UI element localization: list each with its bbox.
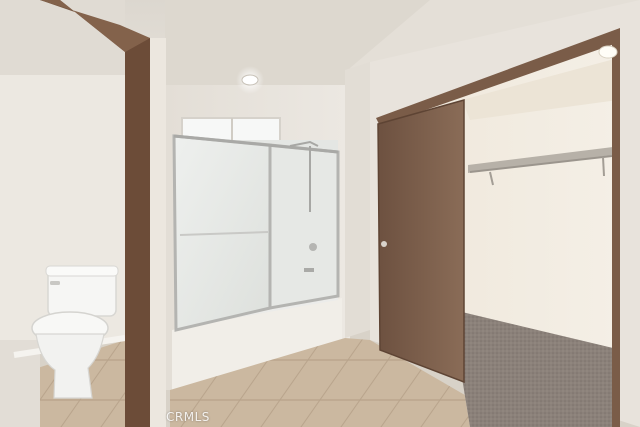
scene-illustration	[0, 0, 640, 427]
right-wall-corner	[345, 62, 370, 338]
recessed-light	[241, 74, 259, 86]
bathroom-photo: CRMLS	[0, 0, 640, 427]
watermark: CRMLS	[166, 410, 210, 424]
toilet-handle	[50, 281, 60, 285]
shower-valve	[309, 243, 317, 251]
closet-light	[598, 45, 618, 59]
tub-spout	[304, 268, 314, 272]
sliding-closet-door[interactable]	[377, 99, 465, 384]
shower-glass-door-right	[268, 143, 340, 310]
closet-door-handle[interactable]	[381, 241, 387, 247]
